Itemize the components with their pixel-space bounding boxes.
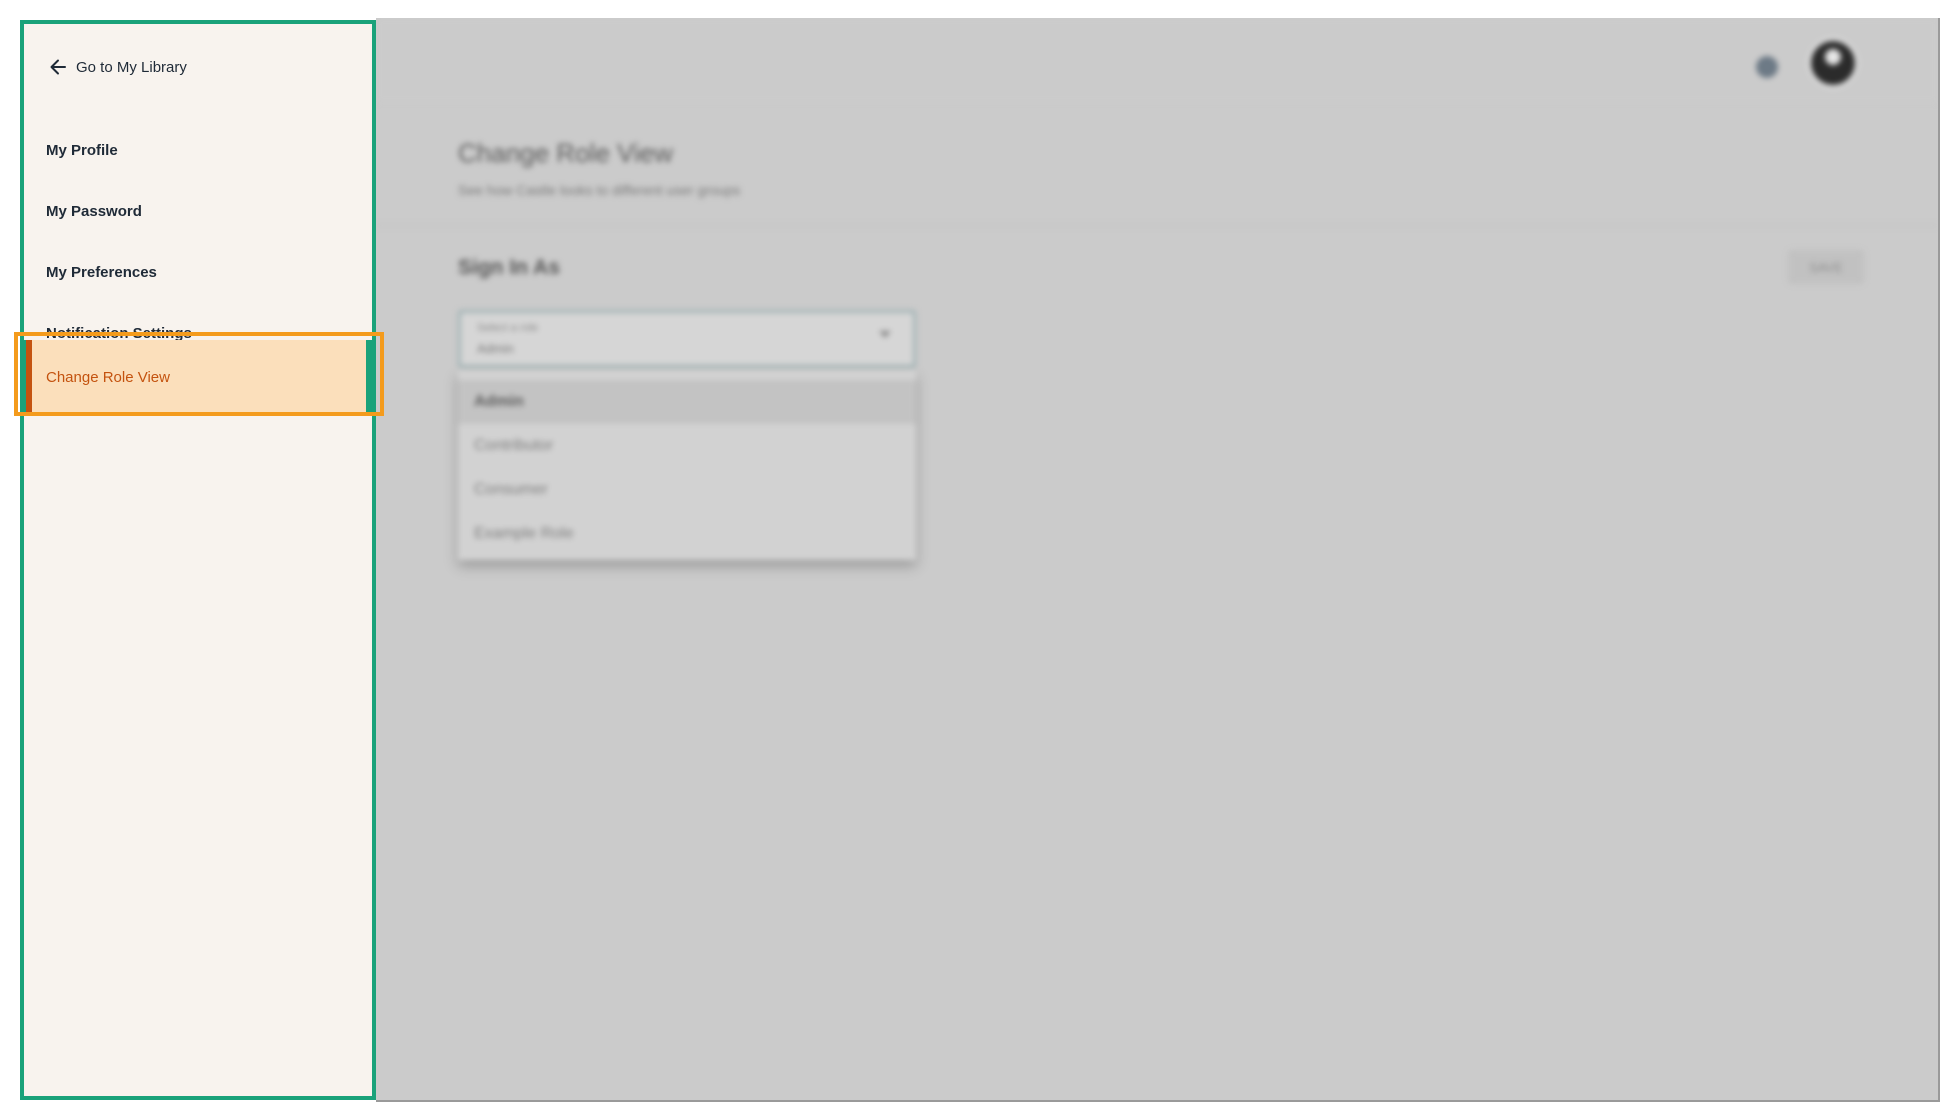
main-blur-layer: Change Role View See how Castle looks to… (376, 18, 1938, 1100)
sidebar-item-label: My Password (46, 202, 142, 220)
page-title: Change Role View (458, 138, 673, 168)
page-header: Change Role View See how Castle looks to… (376, 102, 1938, 226)
sidebar-item-label: Notification Settings (46, 324, 192, 342)
go-to-library-link[interactable]: Go to My Library (48, 52, 187, 82)
sidebar-item-my-preferences[interactable]: My Preferences (24, 246, 372, 298)
active-indicator-accent (26, 340, 32, 414)
chevron-down-icon (879, 331, 891, 338)
help-icon[interactable] (1756, 56, 1778, 78)
active-indicator (20, 340, 32, 414)
page-subtitle: See how Castle looks to different user g… (458, 182, 741, 198)
dropdown-option-example-role[interactable]: Example Role (458, 512, 916, 556)
role-select[interactable]: Select a role Admin (458, 310, 916, 368)
role-select-value: Admin (477, 341, 514, 356)
settings-sidebar: Go to My Library My Profile My Password … (20, 20, 376, 1100)
sidebar-item-label: My Profile (46, 141, 118, 159)
go-to-library-label: Go to My Library (76, 58, 187, 76)
sidebar-item-label: My Preferences (46, 263, 157, 281)
avatar[interactable] (1808, 38, 1858, 88)
sign-in-as-heading: Sign In As (458, 256, 560, 279)
dropdown-option-admin[interactable]: Admin (458, 380, 916, 424)
dropdown-option-contributor[interactable]: Contributor (458, 424, 916, 468)
sidebar-item-change-role-view[interactable]: Change Role View (20, 340, 372, 414)
dropdown-option-consumer[interactable]: Consumer (458, 468, 916, 512)
sidebar-item-label: Change Role View (46, 368, 170, 386)
top-bar (376, 18, 1938, 102)
arrow-left-icon (50, 59, 66, 75)
active-indicator-right (366, 340, 372, 414)
save-button[interactable]: SAVE (1788, 250, 1864, 284)
main-content: Change Role View See how Castle looks to… (376, 18, 1940, 1102)
role-select-label: Select a role (477, 322, 539, 334)
sidebar-item-my-password[interactable]: My Password (24, 185, 372, 237)
role-dropdown-menu: Admin Contributor Consumer Example Role (458, 370, 916, 560)
sidebar-item-my-profile[interactable]: My Profile (24, 124, 372, 176)
